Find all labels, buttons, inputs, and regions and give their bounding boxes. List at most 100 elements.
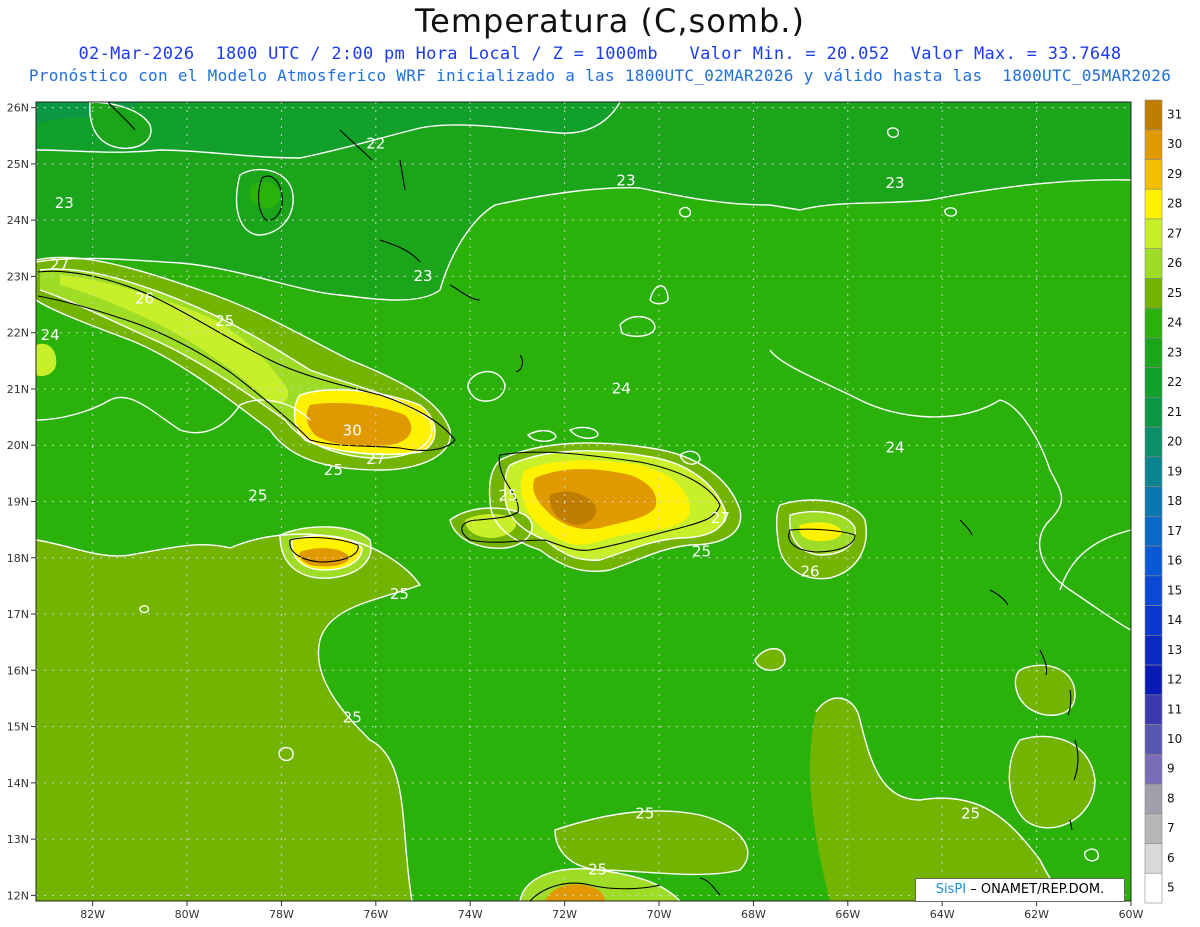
- lat-tick-label: 13N: [7, 833, 29, 846]
- contour-label: 23: [616, 171, 635, 189]
- legend-swatch: [1144, 456, 1163, 487]
- lon-tick-label: 80W: [175, 908, 200, 921]
- temperature-field: [36, 102, 1131, 901]
- legend-swatch: [1144, 545, 1163, 577]
- contour-label: 23: [885, 174, 904, 192]
- lat-tick-label: 23N: [7, 270, 29, 283]
- lon-tick-label: 78W: [269, 908, 294, 921]
- lon-tick-label: 72W: [552, 908, 577, 921]
- contour-label: 25: [692, 543, 711, 561]
- contour-label: 23: [55, 194, 74, 212]
- legend-level-label: 20: [1167, 435, 1182, 449]
- lon-tick-label: 68W: [741, 908, 766, 921]
- legend-level-label: 17: [1167, 524, 1182, 538]
- legend-level-label: 9: [1167, 762, 1175, 776]
- legend-level-label: 22: [1167, 375, 1182, 389]
- legend-level-label: 21: [1167, 405, 1182, 419]
- legend-level-label: 15: [1167, 583, 1182, 597]
- legend-level-label: 5: [1167, 881, 1175, 895]
- contour-label: 27: [711, 509, 730, 527]
- legend-swatch: [1144, 159, 1163, 190]
- legend-level-label: 11: [1167, 702, 1182, 716]
- legend-swatch: [1144, 397, 1163, 428]
- lat-tick-label: 26N: [7, 102, 29, 115]
- lat-tick-label: 15N: [7, 721, 29, 734]
- legend-level-label: 29: [1167, 167, 1182, 181]
- contour-label: 26: [135, 289, 154, 307]
- credit-text: – ONAMET/REP.DOM.: [966, 882, 1105, 897]
- legend-swatch: [1144, 605, 1163, 636]
- lon-tick-label: 62W: [1024, 908, 1049, 921]
- contour-label: 25: [248, 486, 267, 504]
- legend-level-label: 13: [1167, 643, 1182, 657]
- contour-label: 25: [324, 461, 343, 479]
- credit-box: SisPI – ONAMET/REP.DOM.: [915, 878, 1125, 902]
- legend-level-label: 6: [1167, 851, 1175, 865]
- color-legend: 31 30 29 28 27 26 25 24 23 22 21 20 19 18 17 16 15 14 13 12…: [1144, 99, 1182, 904]
- legend-swatch: [1144, 278, 1163, 309]
- lon-tick-label: 66W: [835, 908, 860, 921]
- lat-tick-label: 25N: [7, 158, 29, 171]
- contour-label: 22: [366, 135, 385, 153]
- legend-level-label: 12: [1167, 673, 1182, 687]
- contour-label: 23: [413, 267, 432, 285]
- legend-level-label: 24: [1167, 316, 1182, 330]
- lat-tick-label: 21N: [7, 383, 29, 396]
- lat-tick-label: 12N: [7, 889, 29, 902]
- contour-label: 26: [801, 562, 820, 580]
- temperature-map: 82W 80W 78W 76W 74W 72W 70W 68W 66W 64W 62W 60W 12N…: [7, 99, 1182, 921]
- legend-swatch: [1144, 664, 1163, 696]
- legend-level-label: 19: [1167, 464, 1182, 478]
- legend-swatch: [1144, 337, 1163, 368]
- legend-level-label: 10: [1167, 732, 1182, 746]
- contour-label: 24: [612, 379, 631, 397]
- lat-tick-label: 19N: [7, 496, 29, 509]
- legend-swatch: [1144, 872, 1163, 904]
- lon-tick-label: 64W: [930, 908, 955, 921]
- contour-label: 27: [366, 450, 385, 468]
- lon-tick-label: 70W: [647, 908, 672, 921]
- legend-level-label: 27: [1167, 226, 1182, 240]
- legend-swatch: [1144, 99, 1163, 131]
- legend-swatch: [1144, 218, 1163, 250]
- legend-level-label: 16: [1167, 554, 1182, 568]
- legend-level-label: 28: [1167, 197, 1182, 211]
- lat-tick-label: 16N: [7, 664, 29, 677]
- legend-swatch: [1144, 843, 1163, 874]
- contour-label: 24: [41, 326, 60, 344]
- contour-label: 30: [343, 422, 362, 440]
- contour-label: 25: [961, 804, 980, 822]
- legend-level-label: 8: [1167, 791, 1175, 805]
- lat-tick-label: 18N: [7, 552, 29, 565]
- contour-label: 25: [215, 312, 234, 330]
- legend-swatch: [1144, 426, 1163, 458]
- legend-level-label: 25: [1167, 286, 1182, 300]
- legend-swatch: [1144, 783, 1163, 815]
- legend-swatch: [1144, 724, 1163, 755]
- contour-label: 25: [498, 486, 517, 504]
- lat-tick-label: 14N: [7, 777, 29, 790]
- legend-swatch: [1144, 813, 1163, 844]
- legend-swatch: [1144, 248, 1163, 279]
- lat-tick-label: 24N: [7, 214, 29, 227]
- legend-swatch: [1144, 516, 1163, 547]
- legend-swatch: [1144, 307, 1163, 339]
- legend-swatch: [1144, 635, 1163, 666]
- legend-level-label: 26: [1167, 256, 1182, 270]
- lon-tick-label: 74W: [458, 908, 483, 921]
- legend-level-label: 31: [1167, 107, 1182, 121]
- lon-tick-label: 60W: [1119, 908, 1144, 921]
- legend-level-label: 14: [1167, 613, 1182, 627]
- contour-label: 25: [343, 709, 362, 727]
- legend-swatch: [1144, 486, 1163, 517]
- contour-label: 25: [390, 585, 409, 603]
- legend-swatch: [1144, 367, 1163, 398]
- legend-level-label: 30: [1167, 137, 1182, 151]
- lon-tick-label: 76W: [363, 908, 388, 921]
- legend-level-label: 18: [1167, 494, 1182, 508]
- legend-swatch: [1144, 129, 1163, 160]
- brand-label: SisPI: [935, 882, 967, 897]
- lat-tick-label: 17N: [7, 608, 29, 621]
- legend-swatch: [1144, 753, 1163, 785]
- latitude-labels: 12N 13N 14N 15N 16N 17N 18N 19N 20N 21N 22N 23N 24N 2…: [7, 102, 36, 902]
